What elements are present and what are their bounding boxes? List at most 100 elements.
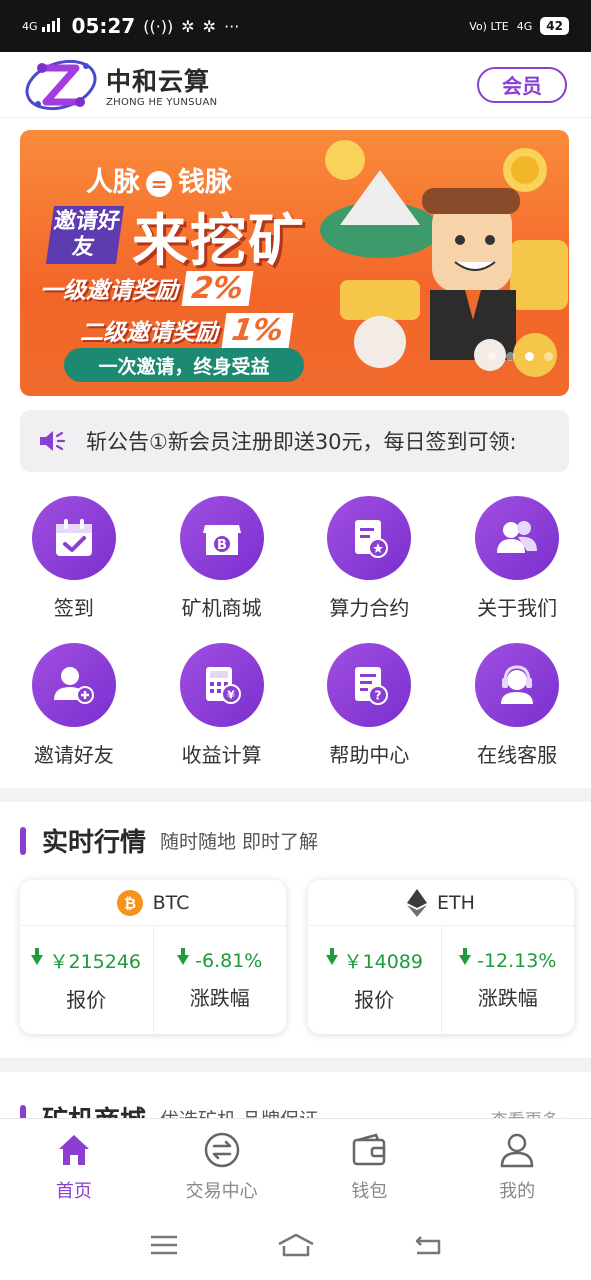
people-icon — [475, 496, 560, 580]
back-icon[interactable] — [413, 1233, 443, 1257]
status-bar: 4G 05:27 ((·)) ✲ ✲ ··· Vo) LTE 4G 42 — [0, 0, 591, 52]
tab-label: 交易中心 — [185, 1181, 258, 1202]
feature-label: 帮助中心 — [329, 743, 410, 767]
svg-text:?: ? — [375, 689, 382, 703]
ethereum-icon — [407, 888, 428, 917]
sync-icon: ✲ — [181, 16, 195, 36]
brand: 中和云算 ZHONG HE YUNSUAN — [106, 62, 217, 108]
feature-help-center[interactable]: ? 帮助中心 — [296, 643, 444, 768]
coin-change: -12.13% — [477, 949, 557, 972]
brand-name: 中和云算 — [106, 66, 211, 96]
carousel-dot[interactable] — [506, 352, 515, 361]
status-time: 05:27 — [71, 14, 136, 38]
tab-wallet[interactable]: 钱包 — [296, 1119, 444, 1210]
carousel-dots[interactable] — [487, 352, 553, 361]
bitcoin-shop-icon: B — [179, 496, 264, 580]
bitcoin-icon: ₿ — [116, 889, 143, 916]
tab-exchange[interactable]: 交易中心 — [148, 1119, 296, 1210]
banner-headline: 来挖矿 — [132, 209, 306, 274]
calendar-check-icon — [31, 496, 116, 580]
slogan-left: 人脉 — [86, 167, 140, 198]
feature-label: 关于我们 — [477, 596, 558, 620]
tab-home[interactable]: 首页 — [0, 1119, 148, 1210]
tab-label: 我的 — [499, 1181, 536, 1202]
coin-price-block: ￥14089 报价 — [308, 926, 441, 1034]
coin-card-btc[interactable]: ₿ BTC ￥215246 报价 -6.81% 涨跌幅 — [20, 880, 286, 1034]
level2-label: 二级邀请奖励 — [80, 320, 218, 346]
down-arrow-icon — [177, 947, 190, 965]
coin-card-eth[interactable]: ETH ￥14089 报价 -12.13% 涨跌幅 — [308, 880, 574, 1034]
feature-grid: 签到 B 矿机商城 算力合约 关于我们 邀请好友 ¥ 收益计算 ? 帮助中心 在… — [0, 496, 591, 768]
feature-invite-friends[interactable]: 邀请好友 — [0, 643, 148, 768]
feature-miner-shop[interactable]: B 矿机商城 — [148, 496, 296, 621]
down-arrow-icon — [325, 947, 338, 965]
coin-change: -6.81% — [195, 949, 263, 972]
svg-text:B: B — [217, 538, 227, 553]
coin-price-label: 报价 — [354, 988, 395, 1012]
feature-hashrate-contract[interactable]: 算力合约 — [296, 496, 444, 621]
notice-bar[interactable]: 斩公告①新会员注册即送30元，每日签到可领: — [20, 410, 569, 472]
feature-label: 签到 — [53, 596, 94, 620]
down-arrow-icon — [459, 947, 472, 965]
coin-price-label: 报价 — [66, 988, 107, 1012]
exchange-icon — [204, 1132, 239, 1168]
coin-change-block: -12.13% 涨跌幅 — [440, 926, 575, 1034]
feature-online-service[interactable]: 在线客服 — [443, 643, 591, 768]
section-divider — [0, 788, 591, 802]
carousel-dot[interactable] — [487, 352, 496, 361]
coin-change-label: 涨跌幅 — [477, 985, 538, 1010]
network-label: 4G — [22, 19, 38, 33]
network-label-right: 4G — [516, 19, 533, 33]
feature-about-us[interactable]: 关于我们 — [443, 496, 591, 621]
invite-box: 邀请好友 — [45, 206, 125, 264]
home-icon — [58, 1135, 89, 1165]
coin-price: ￥14089 — [343, 951, 423, 973]
user-icon — [500, 1133, 534, 1168]
coin-price: ￥215246 — [49, 951, 142, 973]
feature-label: 算力合约 — [329, 596, 410, 620]
more-notifications: ··· — [224, 16, 240, 36]
tab-label: 首页 — [55, 1181, 92, 1202]
market-title: 实时行情 — [42, 828, 147, 858]
home-nav-icon[interactable] — [276, 1232, 316, 1258]
app-header: 中和云算 ZHONG HE YUNSUAN 会员 — [0, 52, 591, 118]
battery-level: 42 — [546, 19, 563, 33]
miner-title: 矿机商城 — [42, 1100, 146, 1118]
headset-icon — [475, 643, 560, 727]
calculator-icon: ¥ — [179, 643, 264, 727]
svg-text:₿: ₿ — [123, 894, 135, 912]
down-arrow-icon — [31, 947, 44, 965]
level2-pct: 1% — [221, 312, 294, 348]
vip-button[interactable]: 会员 — [477, 66, 567, 103]
carousel-dot-active[interactable] — [525, 352, 534, 361]
feature-sign-in[interactable]: 签到 — [0, 496, 148, 621]
slogan-eq: = — [146, 170, 172, 197]
miner-header: 矿机商城 优选矿机 品牌保证 查看更多 › — [20, 1100, 571, 1118]
carousel-dot[interactable] — [544, 352, 553, 361]
promo-banner[interactable]: 人脉 = 钱脉 邀请好友 来挖矿 一级邀请奖励 2% 二级邀请奖励 1% 一次邀请，… — [20, 130, 569, 396]
feature-label: 矿机商城 — [181, 596, 262, 620]
tab-profile[interactable]: 我的 — [443, 1119, 591, 1210]
coin-change-block: -6.81% 涨跌幅 — [152, 926, 287, 1034]
feature-label: 收益计算 — [181, 743, 262, 767]
bottom-tab-bar: 首页 交易中心 钱包 我的 — [0, 1118, 591, 1210]
home-content: 人脉 = 钱脉 邀请好友 来挖矿 一级邀请奖励 2% 二级邀请奖励 1% 一次邀请，… — [0, 118, 591, 1118]
add-user-icon — [31, 643, 116, 727]
market-header: 实时行情 随时随地 即时了解 — [20, 822, 318, 859]
section-accent — [20, 826, 26, 855]
speaker-icon — [40, 431, 66, 451]
battery-icon: 42 — [540, 17, 569, 35]
market-subtitle: 随时随地 即时了解 — [160, 831, 319, 853]
logo-icon — [24, 56, 98, 114]
svg-text:¥: ¥ — [227, 689, 235, 702]
coin-price-block: ￥215246 报价 — [20, 926, 153, 1034]
feature-earnings-calc[interactable]: ¥ 收益计算 — [148, 643, 296, 768]
miner-title-group: 矿机商城 优选矿机 品牌保证 — [20, 1100, 318, 1118]
wallet-icon — [353, 1133, 386, 1166]
menu-icon[interactable] — [149, 1233, 179, 1257]
banner-slogan: 人脉 = 钱脉 — [86, 160, 232, 199]
notice-text: 斩公告①新会员注册即送30元，每日签到可领: — [86, 430, 517, 454]
view-more-link[interactable]: 查看更多 › — [491, 1106, 571, 1118]
level1-pct: 2% — [181, 270, 254, 306]
feature-label: 邀请好友 — [33, 743, 114, 767]
